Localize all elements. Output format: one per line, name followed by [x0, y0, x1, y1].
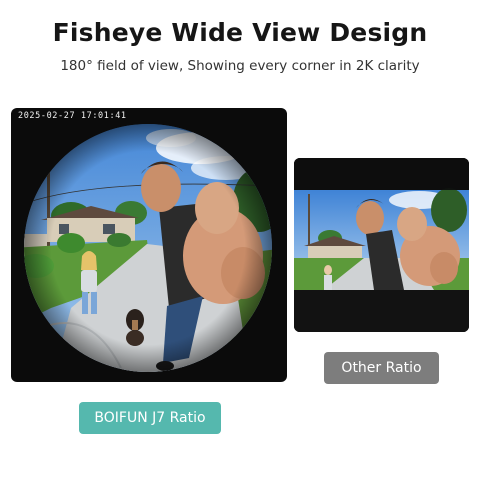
page-subtitle: 180° field of view, Showing every corner…: [60, 58, 420, 74]
other-ratio-scene-image: [294, 158, 469, 332]
other-ratio-label: Other Ratio: [324, 352, 439, 384]
other-ratio-camera-view: [294, 158, 469, 332]
video-timestamp: 2025-02-27 17:01:41: [18, 111, 127, 121]
page-title: Fisheye Wide View Design: [52, 18, 428, 47]
fisheye-scene-image: [24, 124, 272, 372]
fisheye-camera-view: 2025-02-27 17:01:41: [11, 108, 287, 382]
boifun-j7-ratio-label: BOIFUN J7 Ratio: [79, 402, 221, 434]
